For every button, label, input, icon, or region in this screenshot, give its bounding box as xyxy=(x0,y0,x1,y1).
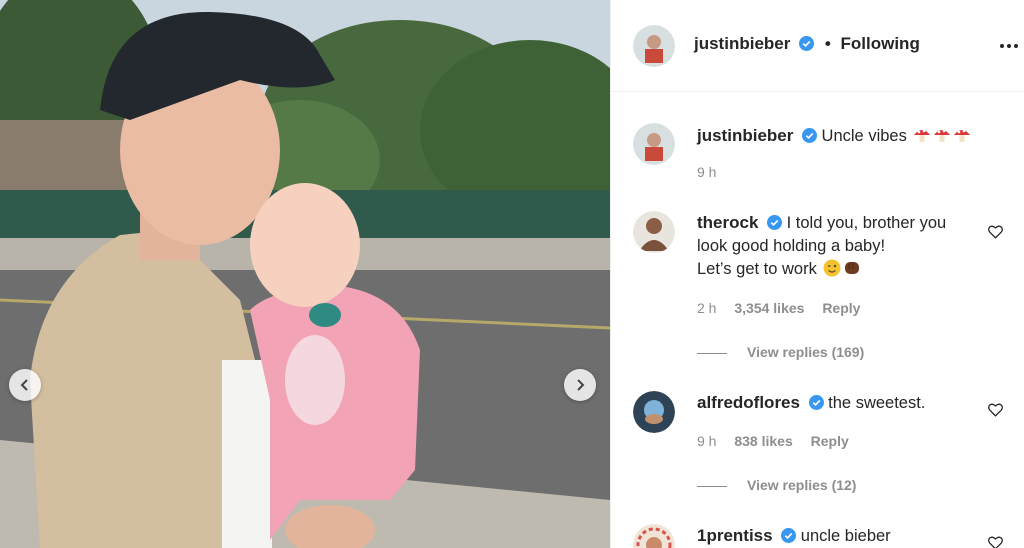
mushroom-icon xyxy=(914,129,931,142)
mushroom-icon xyxy=(934,129,951,142)
like-comment-icon[interactable] xyxy=(987,534,1004,548)
comment-likes[interactable]: 838 likes xyxy=(734,433,792,449)
commenter-avatar[interactable] xyxy=(633,524,675,548)
post-photo[interactable] xyxy=(0,0,610,548)
fist-icon xyxy=(845,262,860,274)
post-details-panel: justinbieber • Following justinbieber Un… xyxy=(610,0,1024,548)
verified-badge-icon xyxy=(799,36,815,51)
author-line: justinbieber • Following xyxy=(694,34,920,54)
caption-meta: 9 h xyxy=(697,164,730,180)
next-photo-button[interactable] xyxy=(564,369,596,401)
verified-badge-icon xyxy=(781,528,797,543)
reply-button[interactable]: Reply xyxy=(822,300,860,316)
view-replies-button[interactable]: View replies (169) xyxy=(697,344,864,360)
caption-avatar[interactable] xyxy=(633,123,675,165)
photo-scene xyxy=(0,0,610,548)
verified-badge-icon xyxy=(808,395,824,410)
comment-time: 2 h xyxy=(697,300,717,316)
commenter-username[interactable]: 1prentiss xyxy=(697,526,773,545)
comment-meta: 2 h 3,354 likes Reply xyxy=(697,300,874,316)
caption-username[interactable]: justinbieber xyxy=(697,126,793,145)
commenter-username[interactable]: alfredoflores xyxy=(697,393,800,412)
like-comment-icon[interactable] xyxy=(987,223,1004,240)
more-options-icon[interactable] xyxy=(999,36,1019,56)
mushroom-icon xyxy=(954,129,971,142)
comment-text-line2: Let’s get to work xyxy=(697,260,817,278)
separator-dot: • xyxy=(824,34,831,53)
previous-photo-button[interactable] xyxy=(9,369,41,401)
caption-body: justinbieber Uncle vibes xyxy=(697,124,1007,148)
post-header: justinbieber • Following xyxy=(611,0,1024,92)
comment-text: uncle bieber xyxy=(800,527,891,545)
replies-divider xyxy=(697,485,727,487)
view-replies-label: View replies (169) xyxy=(747,344,865,360)
view-replies-label: View replies (12) xyxy=(747,477,857,493)
commenter-username[interactable]: therock xyxy=(697,213,758,232)
chevron-left-icon xyxy=(20,379,28,391)
comment-likes[interactable]: 3,354 likes xyxy=(734,300,804,316)
comment-meta: 9 h 838 likes Reply xyxy=(697,433,863,449)
winking-face-icon xyxy=(823,259,841,277)
commenter-avatar[interactable] xyxy=(633,211,675,253)
replies-divider xyxy=(697,352,727,354)
verified-badge-icon xyxy=(801,128,817,143)
chevron-right-icon xyxy=(577,379,585,391)
caption-text: Uncle vibes xyxy=(821,127,907,145)
comment-time: 9 h xyxy=(697,433,717,449)
commenter-avatar[interactable] xyxy=(633,391,675,433)
comment-text: the sweetest. xyxy=(828,394,926,412)
author-avatar[interactable] xyxy=(633,25,675,67)
comment-body: alfredoflores the sweetest. xyxy=(697,391,977,415)
comment-body: therock I told you, brother you look goo… xyxy=(697,211,977,281)
following-button[interactable]: Following xyxy=(841,34,920,53)
reply-button[interactable]: Reply xyxy=(811,433,849,449)
verified-badge-icon xyxy=(767,215,783,230)
author-username[interactable]: justinbieber xyxy=(694,34,790,53)
view-replies-button[interactable]: View replies (12) xyxy=(697,477,856,493)
comment-body: 1prentiss uncle bieber xyxy=(697,524,977,548)
like-comment-icon[interactable] xyxy=(987,401,1004,418)
caption-time: 9 h xyxy=(697,164,717,180)
